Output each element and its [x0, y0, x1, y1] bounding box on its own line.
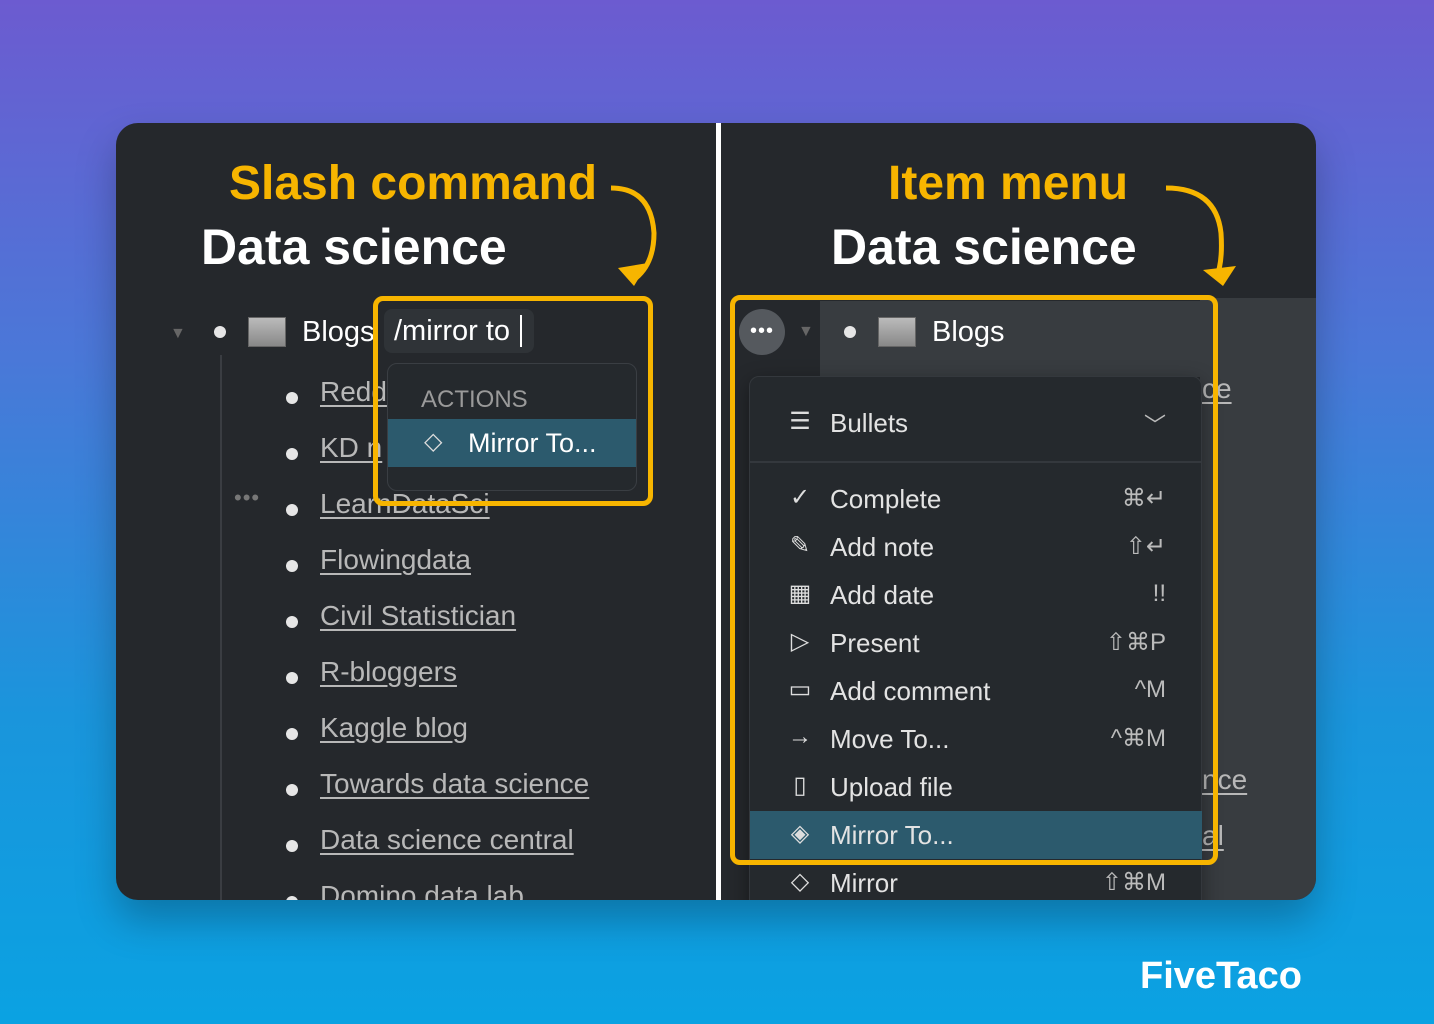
bullet[interactable]	[286, 728, 298, 740]
bullet[interactable]	[286, 448, 298, 460]
thumbnail-image	[248, 317, 286, 347]
list-item[interactable]: Kaggle blog	[320, 712, 468, 744]
list-item[interactable]: R-bloggers	[320, 656, 457, 688]
menu-item-mirror[interactable]: ◇ Mirror ⇧⌘M	[750, 859, 1202, 900]
indent-line	[220, 355, 222, 900]
list-item[interactable]: Towards data science	[320, 768, 589, 800]
page-title: Data science	[831, 219, 1137, 275]
bullet[interactable]	[286, 504, 298, 516]
diamond-icon: ◇	[790, 868, 810, 895]
annotation-slash-command: Slash command	[229, 157, 598, 210]
shortcut: ⇧⌘M	[1101, 869, 1166, 896]
curved-arrow-icon	[610, 185, 657, 286]
list-item[interactable]: Civil Statistician	[320, 600, 516, 632]
bullet[interactable]	[286, 896, 298, 900]
highlight-box	[373, 296, 653, 506]
more-icon[interactable]: •••	[234, 485, 260, 511]
collapse-triangle-icon[interactable]: ▼	[170, 325, 186, 343]
parent-item[interactable]: Blogs	[302, 316, 375, 349]
list-item[interactable]: Domino data lab	[320, 880, 524, 900]
screenshot-card: Slash command Data science ▼ Blogs Redd K…	[116, 123, 1316, 900]
page-title: Data science	[201, 219, 507, 275]
brand-logo: FiveTaco	[1140, 955, 1302, 997]
bullet[interactable]	[286, 616, 298, 628]
bullet[interactable]	[214, 326, 226, 338]
annotation-item-menu: Item menu	[888, 157, 1129, 210]
list-item[interactable]: Data science central	[320, 824, 574, 856]
bullet[interactable]	[286, 840, 298, 852]
divider	[716, 123, 721, 900]
curved-arrow-icon	[1165, 185, 1236, 286]
bullet[interactable]	[286, 560, 298, 572]
bullet[interactable]	[286, 784, 298, 796]
list-item[interactable]: Flowingdata	[320, 544, 471, 576]
bullet[interactable]	[286, 392, 298, 404]
menu-item-label: Mirror	[830, 868, 898, 898]
bullet[interactable]	[286, 672, 298, 684]
highlight-box	[730, 295, 1218, 865]
